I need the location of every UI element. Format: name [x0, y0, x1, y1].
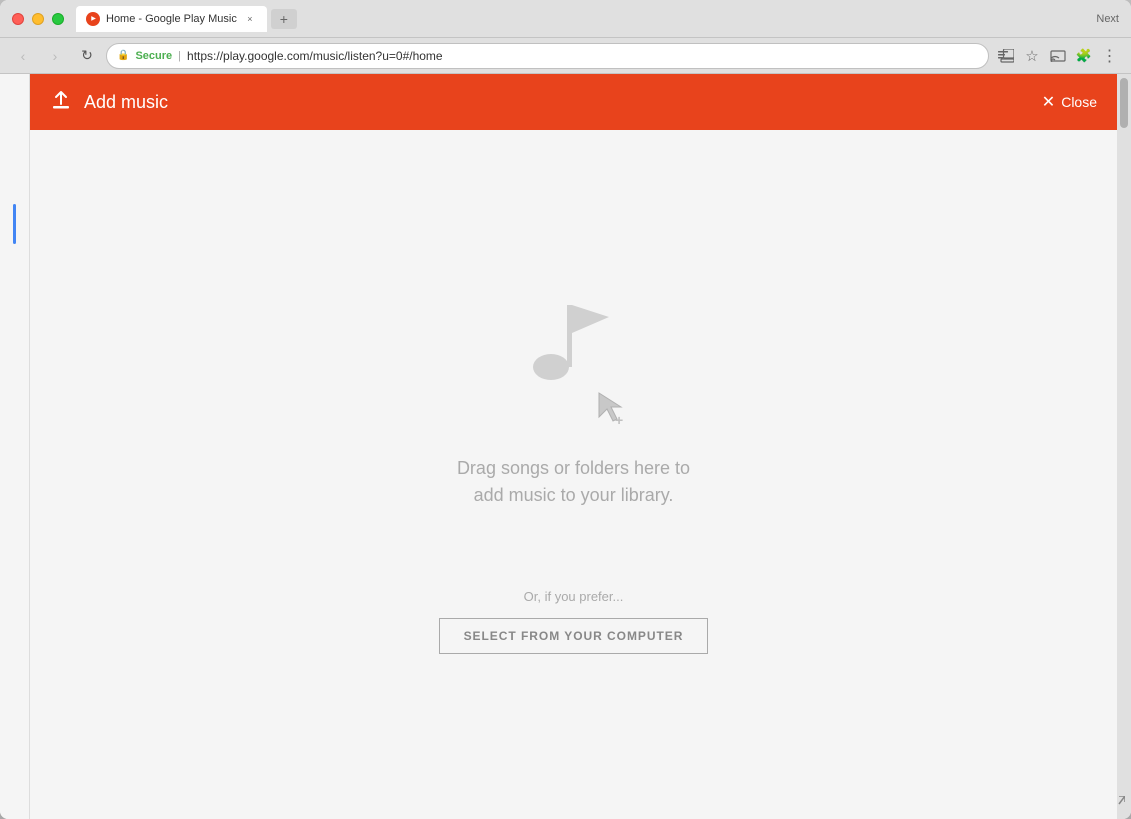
cast2-icon-button[interactable] [1047, 45, 1069, 67]
minimize-window-button[interactable] [32, 13, 44, 25]
star-icon: ☆ [1025, 47, 1038, 65]
add-music-panel: Add music ✕ Close [30, 74, 1117, 819]
nav-right-icons: ☆ 🧩 ⋮ [995, 45, 1121, 67]
bookmark-icon-button[interactable]: ☆ [1021, 45, 1043, 67]
active-tab[interactable]: Home - Google Play Music × [76, 6, 267, 32]
refresh-button[interactable]: ↻ [74, 43, 100, 69]
scrollbar-thumb[interactable] [1120, 78, 1128, 128]
address-bar[interactable]: 🔒 Secure | https://play.google.com/music… [106, 43, 989, 69]
back-button[interactable]: ‹ [10, 43, 36, 69]
content-panel: Add music ✕ Close [30, 74, 1131, 819]
tab-bar: Home - Google Play Music × + [76, 6, 1096, 32]
tab-close-button[interactable]: × [243, 12, 257, 26]
maximize-window-button[interactable] [52, 13, 64, 25]
title-bar: Home - Google Play Music × + Next [0, 0, 1131, 38]
main-area: Add music ✕ Close [0, 74, 1131, 819]
cast-icon-button[interactable] [995, 45, 1017, 67]
tab-label: Home - Google Play Music [106, 13, 237, 25]
address-text: https://play.google.com/music/listen?u=0… [187, 49, 978, 63]
browser-window: Home - Google Play Music × + Next ‹ › ↻ … [0, 0, 1131, 819]
cursor-plus-icon: + [593, 389, 629, 425]
lock-icon: 🔒 [117, 50, 129, 61]
new-tab-button[interactable]: + [271, 9, 297, 29]
address-separator: | [178, 50, 181, 62]
select-from-computer-button[interactable]: SELECT FROM YOUR COMPUTER [439, 618, 709, 654]
dots-icon: ⋮ [1102, 46, 1119, 66]
close-panel-button[interactable]: ✕ Close [1042, 92, 1097, 112]
tab-favicon-icon [86, 12, 100, 26]
nav-bar: ‹ › ↻ 🔒 Secure | https://play.google.com… [0, 38, 1131, 74]
traffic-lights [12, 13, 64, 25]
puzzle-icon: 🧩 [1076, 48, 1092, 64]
sidebar-active-indicator [13, 204, 16, 244]
menu-icon-button[interactable]: ⋮ [1099, 45, 1121, 67]
drag-drop-text: Drag songs or folders here to add music … [457, 455, 690, 509]
panel-header: Add music ✕ Close [30, 74, 1117, 130]
secure-label: Secure [135, 50, 172, 62]
drop-zone[interactable]: + Drag songs or folders here to add musi… [30, 130, 1117, 819]
forward-button[interactable]: › [42, 43, 68, 69]
close-label: Close [1061, 94, 1097, 110]
extensions-icon-button[interactable]: 🧩 [1073, 45, 1095, 67]
scrollbar[interactable] [1117, 74, 1131, 819]
close-x-icon: ✕ [1042, 92, 1055, 112]
title-bar-right-text: Next [1096, 13, 1119, 25]
music-icon-container: + [509, 295, 639, 435]
svg-text:+: + [615, 412, 623, 425]
prefer-text: Or, if you prefer... [524, 589, 624, 604]
panel-title: Add music [84, 92, 1042, 113]
upload-icon [50, 89, 72, 116]
music-note-icon [529, 295, 619, 395]
sidebar [0, 74, 30, 819]
close-window-button[interactable] [12, 13, 24, 25]
